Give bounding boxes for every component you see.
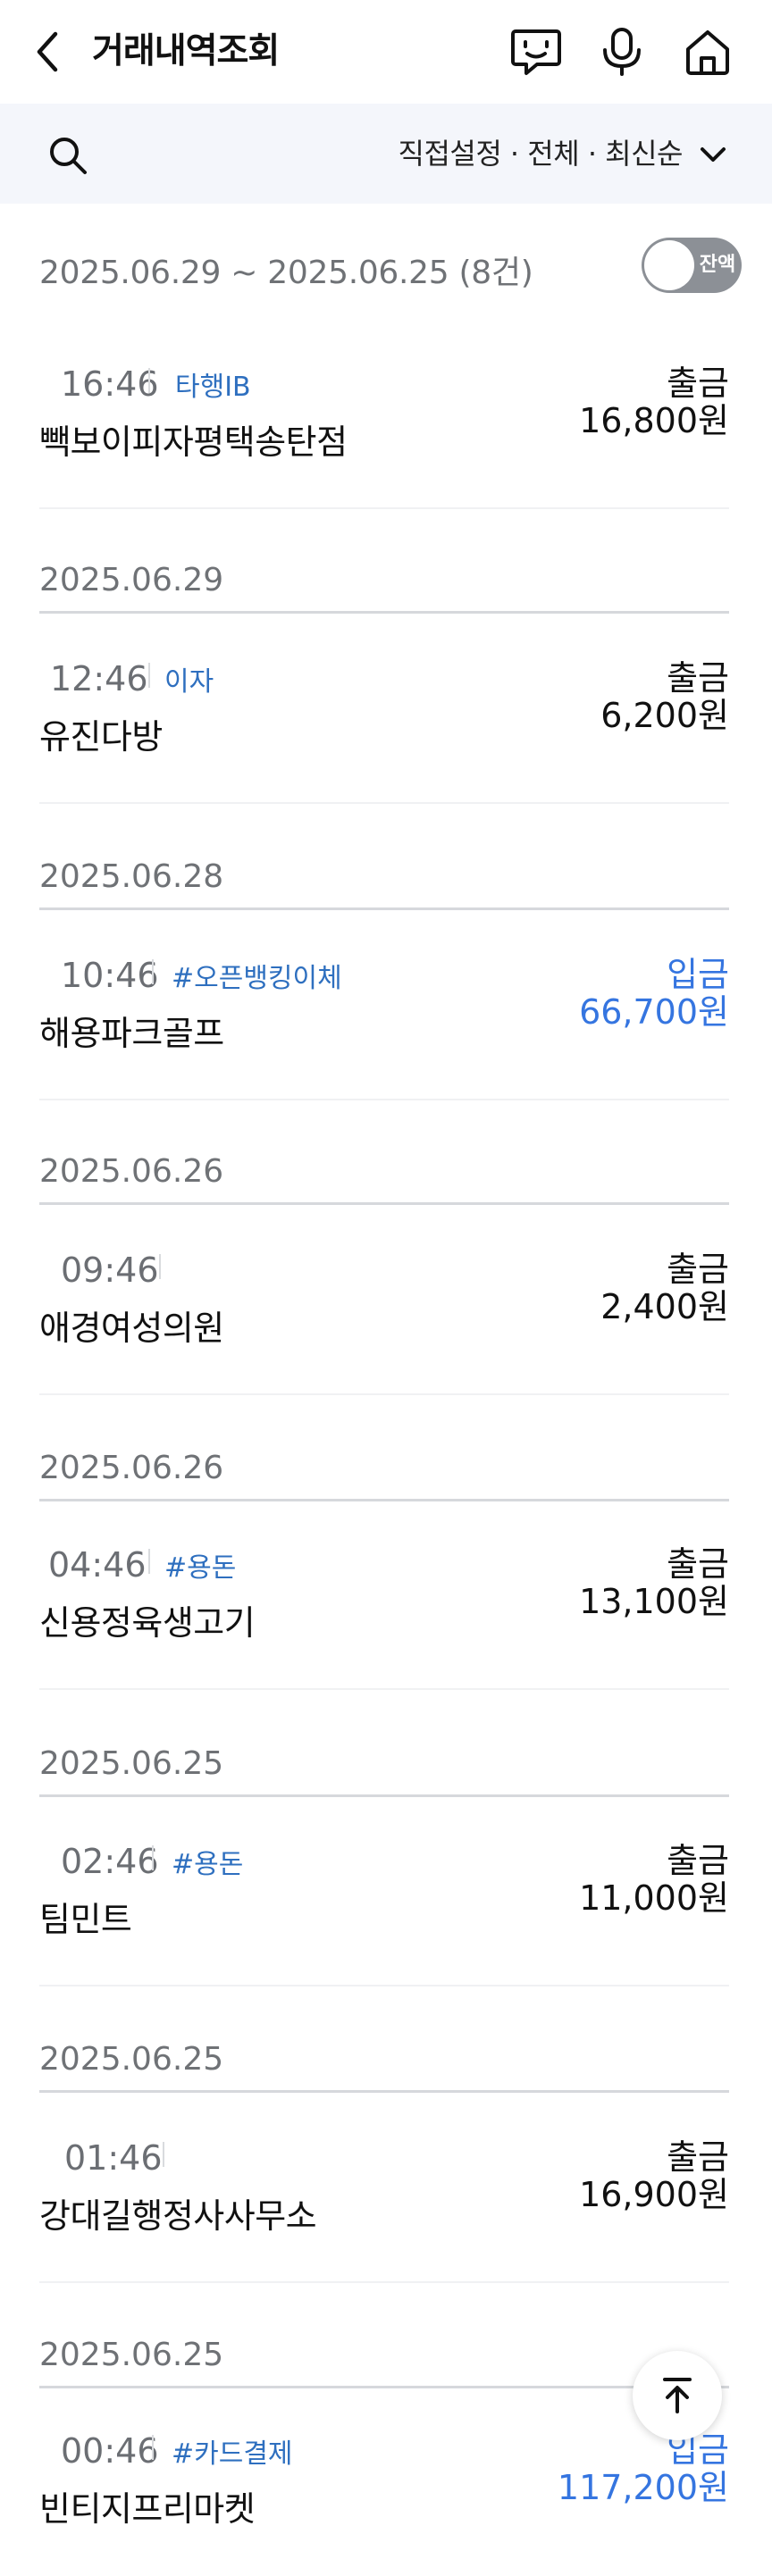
transaction-item[interactable]: 01:46 강대길행정사사무소 출금 16,900원 xyxy=(39,2129,729,2283)
balance-toggle[interactable]: 잔액 xyxy=(642,238,742,293)
divider xyxy=(39,1393,729,1395)
divider xyxy=(39,1985,729,1986)
app-header: 거래내역조회 xyxy=(0,0,772,104)
separator xyxy=(148,1549,150,1574)
transaction-category: 타행IB xyxy=(175,372,251,403)
date-label: 2025.06.25 xyxy=(39,1745,224,1782)
transaction-time: 12:46 xyxy=(50,659,148,698)
date-group-header: 2025.06.26 xyxy=(39,1154,729,1205)
divider xyxy=(39,1688,729,1690)
transaction-category: #카드결제 xyxy=(172,2438,293,2470)
transaction-time: 10:46 xyxy=(61,956,159,995)
separator xyxy=(148,663,150,688)
transaction-category: 이자 xyxy=(164,666,214,698)
transaction-merchant: 애경여성의원 xyxy=(39,1309,224,1348)
transaction-amount: 16,800원 xyxy=(579,401,729,440)
date-label: 2025.06.28 xyxy=(39,858,224,895)
date-label: 2025.06.26 xyxy=(39,1450,224,1486)
transaction-item[interactable]: 04:46 #용돈 신용정육생고기 출금 13,100원 xyxy=(39,1536,729,1690)
transaction-time: 16:46 xyxy=(61,364,159,404)
date-group-header: 2025.06.25 xyxy=(39,1746,729,1797)
search-icon xyxy=(50,138,87,174)
date-label: 2025.06.26 xyxy=(39,1153,224,1190)
voice-button[interactable] xyxy=(595,25,649,79)
transaction-item[interactable]: 00:46 #카드결제 빈티지프리마켓 입금 117,200원 xyxy=(39,2422,729,2576)
back-icon xyxy=(37,31,58,72)
transaction-amount: 13,100원 xyxy=(579,1582,729,1621)
transaction-item[interactable]: 09:46 애경여성의원 출금 2,400원 xyxy=(39,1242,729,1395)
home-button[interactable] xyxy=(681,25,734,79)
chat-bot-button[interactable] xyxy=(509,25,563,79)
microphone-icon xyxy=(603,28,641,76)
arrow-up-icon xyxy=(663,2378,692,2413)
transaction-merchant: 빽보이피자평택송탄점 xyxy=(39,422,348,462)
divider xyxy=(39,1099,729,1100)
transaction-category: #용돈 xyxy=(172,1849,244,1880)
transaction-item[interactable]: 16:46 타행IB 빽보이피자평택송탄점 출금 16,800원 xyxy=(39,355,729,509)
filter-bar: 직접설정 · 전체 · 최신순 xyxy=(0,104,772,204)
transaction-category: #용돈 xyxy=(164,1552,237,1584)
transaction-item[interactable]: 10:46 #오픈뱅킹이체 해용파크골프 입금 66,700원 xyxy=(39,947,729,1100)
divider xyxy=(39,507,729,509)
separator xyxy=(159,1254,161,1279)
back-button[interactable] xyxy=(34,27,70,77)
balance-toggle-label: 잔액 xyxy=(699,254,736,276)
transaction-time: 09:46 xyxy=(61,1250,159,1290)
divider xyxy=(39,2281,729,2283)
separator xyxy=(152,2435,154,2460)
transaction-amount: 11,000원 xyxy=(579,1878,729,1918)
divider xyxy=(39,802,729,804)
date-label: 2025.06.25 xyxy=(39,2337,224,2373)
transaction-item[interactable]: 02:46 #용돈 팀민트 출금 11,000원 xyxy=(39,1833,729,1986)
transaction-time: 00:46 xyxy=(61,2431,159,2471)
transaction-amount: 6,200원 xyxy=(600,696,729,735)
date-group-header: 2025.06.25 xyxy=(39,2338,729,2388)
separator xyxy=(148,368,150,393)
transaction-merchant: 해용파크골프 xyxy=(39,1014,224,1053)
date-group-header: 2025.06.29 xyxy=(39,563,729,614)
chevron-down-icon xyxy=(701,147,726,162)
separator xyxy=(152,1845,154,1870)
toggle-knob xyxy=(644,240,694,290)
transaction-merchant: 빈티지프리마켓 xyxy=(39,2489,256,2529)
separator xyxy=(163,2142,164,2167)
transaction-merchant: 강대길행정사사무소 xyxy=(39,2196,317,2236)
transaction-time: 01:46 xyxy=(64,2138,163,2178)
date-group-header: 2025.06.26 xyxy=(39,1451,729,1501)
separator xyxy=(152,959,154,984)
date-group-header: 2025.06.25 xyxy=(39,2042,729,2093)
filter-summary-button[interactable]: 직접설정 · 전체 · 최신순 xyxy=(399,130,684,177)
transaction-amount: 2,400원 xyxy=(600,1287,729,1326)
home-icon xyxy=(686,30,729,75)
transaction-amount: 16,900원 xyxy=(579,2175,729,2214)
transaction-amount: 66,700원 xyxy=(579,992,729,1032)
transaction-merchant: 팀민트 xyxy=(39,1900,132,1939)
transaction-merchant: 유진다방 xyxy=(39,717,163,757)
transaction-amount: 117,200원 xyxy=(557,2468,729,2507)
chat-bot-icon xyxy=(511,29,561,75)
transaction-time: 04:46 xyxy=(48,1545,147,1585)
date-range-summary: 2025.06.29 ~ 2025.06.25 (8건) xyxy=(39,255,533,291)
date-label: 2025.06.25 xyxy=(39,2041,224,2078)
date-label: 2025.06.29 xyxy=(39,562,224,598)
scroll-to-top-button[interactable] xyxy=(633,2351,722,2440)
transaction-time: 02:46 xyxy=(61,1842,159,1881)
filter-dropdown[interactable] xyxy=(697,141,729,168)
transaction-category: #오픈뱅킹이체 xyxy=(172,963,342,994)
search-button[interactable] xyxy=(46,134,89,177)
page-title: 거래내역조회 xyxy=(92,31,280,71)
date-group-header: 2025.06.28 xyxy=(39,859,729,910)
transaction-merchant: 신용정육생고기 xyxy=(39,1603,256,1643)
transaction-item[interactable]: 12:46 이자 유진다방 출금 6,200원 xyxy=(39,650,729,804)
